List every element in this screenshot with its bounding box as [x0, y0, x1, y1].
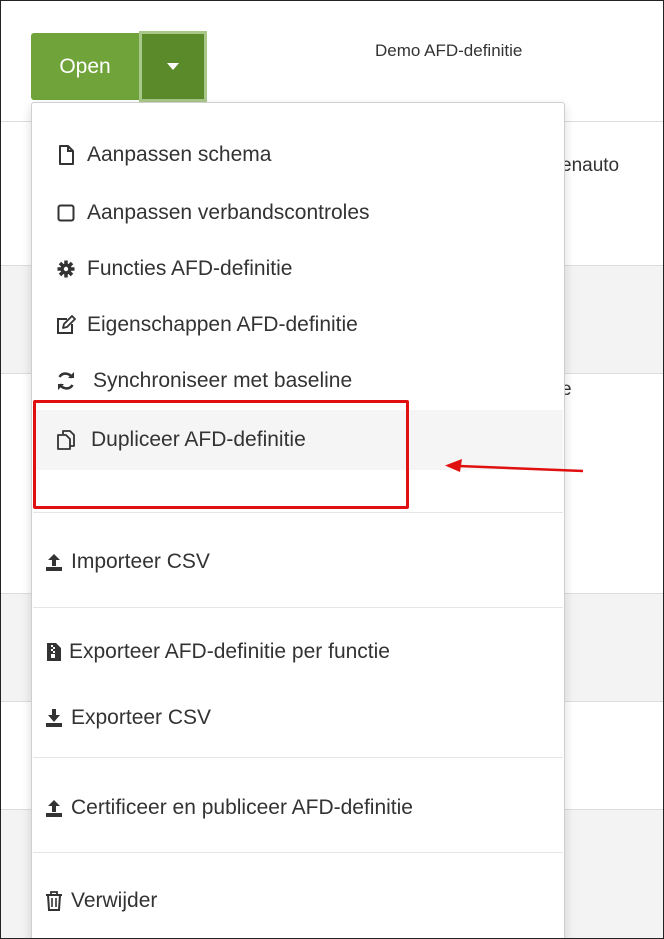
page-frame: enauto e Open Demo AFD-definitie Aanpass…	[0, 0, 664, 939]
menu-item-certificeer-publiceer[interactable]: Certificeer en publiceer AFD-definitie	[33, 782, 563, 834]
menu-item-label: Aanpassen schema	[87, 143, 272, 166]
menu-item-label: Importeer CSV	[71, 550, 210, 573]
menu-item-eigenschappen[interactable]: Eigenschappen AFD-definitie	[33, 299, 563, 351]
sync-icon	[55, 370, 77, 392]
menu-divider	[33, 512, 563, 513]
menu-item-functies[interactable]: Functies AFD-definitie	[33, 243, 563, 295]
menu-item-verwijder[interactable]: Verwijder	[33, 875, 563, 927]
menu-item-label: Exporteer AFD-definitie per functie	[69, 640, 390, 663]
upload-icon	[43, 551, 65, 573]
menu-item-exporteer-csv[interactable]: Exporteer CSV	[33, 692, 563, 744]
edit-icon	[55, 314, 77, 336]
highlight-box	[33, 400, 409, 509]
menu-item-exporteer-per-functie[interactable]: Exporteer AFD-definitie per functie	[33, 626, 563, 678]
menu-divider	[33, 607, 563, 608]
menu-item-label: Eigenschappen AFD-definitie	[87, 313, 358, 336]
menu-item-label: Aanpassen verbandscontroles	[87, 201, 370, 224]
dropdown-menu: Aanpassen schema Aanpassen verbandscontr…	[31, 102, 565, 938]
file-icon	[55, 144, 77, 166]
menu-item-importeer-csv[interactable]: Importeer CSV	[33, 536, 563, 588]
page-title: Demo AFD-definitie	[375, 41, 523, 60]
menu-divider	[33, 757, 563, 758]
download-icon	[43, 707, 65, 729]
arrow-left-icon	[445, 459, 584, 473]
upload-icon	[43, 797, 65, 819]
dropdown-toggle-button[interactable]	[139, 31, 207, 102]
menu-item-label: Certificeer en publiceer AFD-definitie	[71, 796, 413, 819]
menu-item-label: Synchroniseer met baseline	[93, 369, 353, 392]
trash-icon	[43, 890, 65, 912]
zip-file-icon	[43, 641, 65, 663]
gear-icon	[55, 258, 77, 280]
square-icon	[55, 202, 77, 224]
menu-item-aanpassen-schema[interactable]: Aanpassen schema	[33, 129, 563, 181]
caret-down-icon	[167, 63, 179, 70]
menu-item-label: Exporteer CSV	[71, 706, 212, 729]
open-button[interactable]: Open	[31, 33, 139, 100]
table-cell-text: enauto	[561, 155, 620, 176]
menu-item-label: Verwijder	[71, 889, 158, 912]
menu-item-aanpassen-verbandscontroles[interactable]: Aanpassen verbandscontroles	[33, 187, 563, 239]
menu-divider	[33, 852, 563, 853]
menu-item-label: Functies AFD-definitie	[87, 257, 293, 280]
